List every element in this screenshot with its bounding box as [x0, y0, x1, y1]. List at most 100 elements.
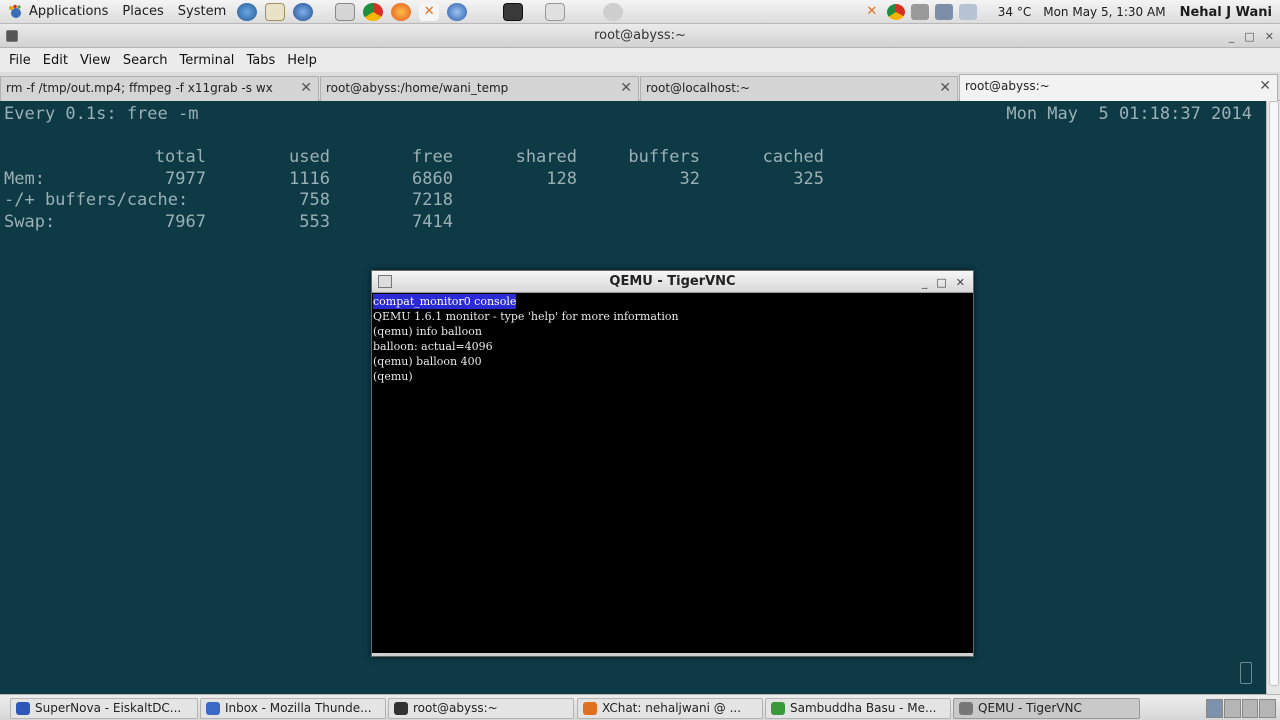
xchat-launcher-icon[interactable]: ✕ [419, 2, 440, 21]
swap-total: 7967 [165, 212, 206, 232]
menu-terminal[interactable]: Terminal [173, 53, 240, 68]
tab-label: root@abyss:/home/wani_temp [326, 81, 509, 95]
power-icon[interactable] [958, 4, 977, 20]
task-label: Inbox - Mozilla Thunde... [225, 701, 372, 715]
tab-wani-temp[interactable]: root@abyss:/home/wani_temp ✕ [320, 76, 639, 101]
task-label: SuperNova - EiskaltDC... [35, 701, 182, 715]
chrome-launcher-icon[interactable] [363, 2, 384, 21]
task-terminal[interactable]: root@abyss:~ [388, 698, 574, 719]
col-header-cached: cached [762, 147, 824, 167]
task-label: QEMU - TigerVNC [978, 701, 1082, 715]
firefox-launcher-icon[interactable] [391, 2, 412, 21]
buffers-cache-used: 758 [299, 190, 330, 210]
network-icon[interactable] [934, 4, 953, 20]
clock[interactable]: Mon May 5, 1:30 AM [1037, 5, 1171, 19]
qemu-window-border [372, 653, 973, 656]
maximize-icon[interactable]: □ [936, 276, 946, 289]
tab-close-icon[interactable]: ✕ [620, 77, 632, 99]
places-menu[interactable]: Places [115, 0, 170, 24]
window-controls: _ □ ✕ [1229, 24, 1274, 48]
terminal-icon [394, 702, 408, 715]
maximize-icon[interactable]: □ [1244, 30, 1254, 43]
qemu-monitor-console[interactable]: compat_monitor0 console QEMU 1.6.1 monit… [372, 294, 973, 655]
terminal-launcher-icon[interactable] [503, 2, 524, 21]
tab-abyss-home[interactable]: root@abyss:~ ✕ [959, 74, 1278, 101]
bottom-taskbar: SuperNova - EiskaltDC... Inbox - Mozilla… [0, 694, 1280, 720]
task-thunderbird[interactable]: Inbox - Mozilla Thunde... [200, 698, 386, 719]
browser-launcher-icon[interactable] [447, 2, 468, 21]
tab-label: rm -f /tmp/out.mp4; ffmpeg -f x11grab -s… [6, 81, 275, 95]
qemu-tigervnc-window[interactable]: QEMU - TigerVNC _ □ ✕ compat_monitor0 co… [371, 270, 974, 657]
top-panel: Applications Places System ✕ ✕ 34 °C Mon… [0, 0, 1280, 24]
workspace-3[interactable] [1241, 699, 1259, 718]
settings-launcher-icon[interactable] [603, 2, 624, 21]
col-header-buffers: buffers [628, 147, 700, 167]
task-chrome[interactable]: Sambuddha Basu - Me... [765, 698, 951, 719]
tab-close-icon[interactable]: ✕ [1259, 75, 1271, 97]
close-icon[interactable]: ✕ [1265, 30, 1274, 43]
menu-help[interactable]: Help [281, 53, 323, 68]
task-label: Sambuddha Basu - Me... [790, 701, 937, 715]
network-launcher-icon[interactable] [237, 2, 258, 21]
workspace-switcher[interactable] [1206, 699, 1276, 718]
terminal-menubar: File Edit View Search Terminal Tabs Help [0, 48, 1280, 72]
tab-close-icon[interactable]: ✕ [939, 77, 951, 99]
chrome-icon [771, 702, 785, 715]
text-editor-launcher-icon[interactable] [265, 2, 286, 21]
menu-file[interactable]: File [3, 53, 37, 68]
col-header-shared: shared [515, 147, 577, 167]
tab-localhost[interactable]: root@localhost:~ ✕ [640, 76, 958, 101]
menu-view[interactable]: View [74, 53, 117, 68]
menu-edit[interactable]: Edit [37, 53, 74, 68]
col-header-total: total [154, 147, 206, 167]
mem-cached: 325 [793, 169, 824, 189]
terminal-titlebar[interactable]: root@abyss:~ _ □ ✕ [0, 24, 1280, 48]
task-tigervnc[interactable]: QEMU - TigerVNC [953, 698, 1140, 719]
workspace-2[interactable] [1223, 699, 1241, 718]
eiskaltdc-icon [16, 702, 30, 715]
text-cursor-icon [1240, 662, 1252, 684]
terminal-scrollbar[interactable] [1266, 101, 1280, 694]
console-line: balloon: actual=4096 [373, 340, 493, 353]
system-menu[interactable]: System [171, 0, 233, 24]
task-eiskaltdc[interactable]: SuperNova - EiskaltDC... [10, 698, 198, 719]
user-menu[interactable]: Nehal J Wani [1172, 5, 1280, 20]
gnome-foot-icon [8, 4, 24, 20]
xchat-tray-icon[interactable]: ✕ [863, 4, 881, 20]
watch-timestamp: Mon May 5 01:18:37 2014 [1006, 104, 1252, 124]
calendar-launcher-icon[interactable] [335, 2, 356, 21]
tab-label: root@abyss:~ [965, 79, 1050, 93]
qemu-window-title: QEMU - TigerVNC [609, 274, 736, 289]
tigervnc-icon [959, 702, 973, 715]
minimize-icon[interactable]: _ [1229, 30, 1235, 43]
xchat-icon [583, 702, 597, 715]
console-line: (qemu) info balloon [373, 325, 482, 338]
mem-total: 7977 [165, 169, 206, 189]
task-xchat[interactable]: XChat: nehaljwani @ ... [577, 698, 763, 719]
console-line: (qemu) balloon 400 [373, 355, 482, 368]
applications-label: Applications [29, 3, 109, 19]
swap-free: 7414 [412, 212, 453, 232]
weather-temperature[interactable]: 34 °C [992, 5, 1037, 19]
menu-search[interactable]: Search [117, 53, 174, 68]
volume-icon[interactable] [910, 4, 929, 20]
tab-close-icon[interactable]: ✕ [300, 77, 312, 99]
thunderbird-launcher-icon[interactable] [293, 2, 314, 21]
qemu-titlebar[interactable]: QEMU - TigerVNC _ □ ✕ [372, 271, 973, 293]
system-tray: ✕ 34 °C Mon May 5, 1:30 AM Nehal J Wani [860, 0, 1280, 24]
minimize-icon[interactable]: _ [922, 276, 928, 289]
qemu-window-controls: _ □ ✕ [922, 271, 965, 293]
row-label-mem: Mem: [4, 169, 45, 189]
workspace-1[interactable] [1206, 699, 1223, 718]
swap-used: 553 [299, 212, 330, 232]
menu-tabs[interactable]: Tabs [240, 53, 281, 68]
row-label-swap: Swap: [4, 212, 56, 232]
chrome-tray-icon[interactable] [886, 4, 905, 20]
close-icon[interactable]: ✕ [956, 276, 965, 289]
scrollbar-thumb[interactable] [1269, 101, 1279, 686]
workspace-4[interactable] [1259, 699, 1276, 718]
vnc-launcher-icon[interactable] [545, 2, 566, 21]
applications-menu[interactable]: Applications [0, 0, 115, 24]
mem-used: 1116 [289, 169, 330, 189]
tab-ffmpeg[interactable]: rm -f /tmp/out.mp4; ffmpeg -f x11grab -s… [0, 76, 319, 101]
